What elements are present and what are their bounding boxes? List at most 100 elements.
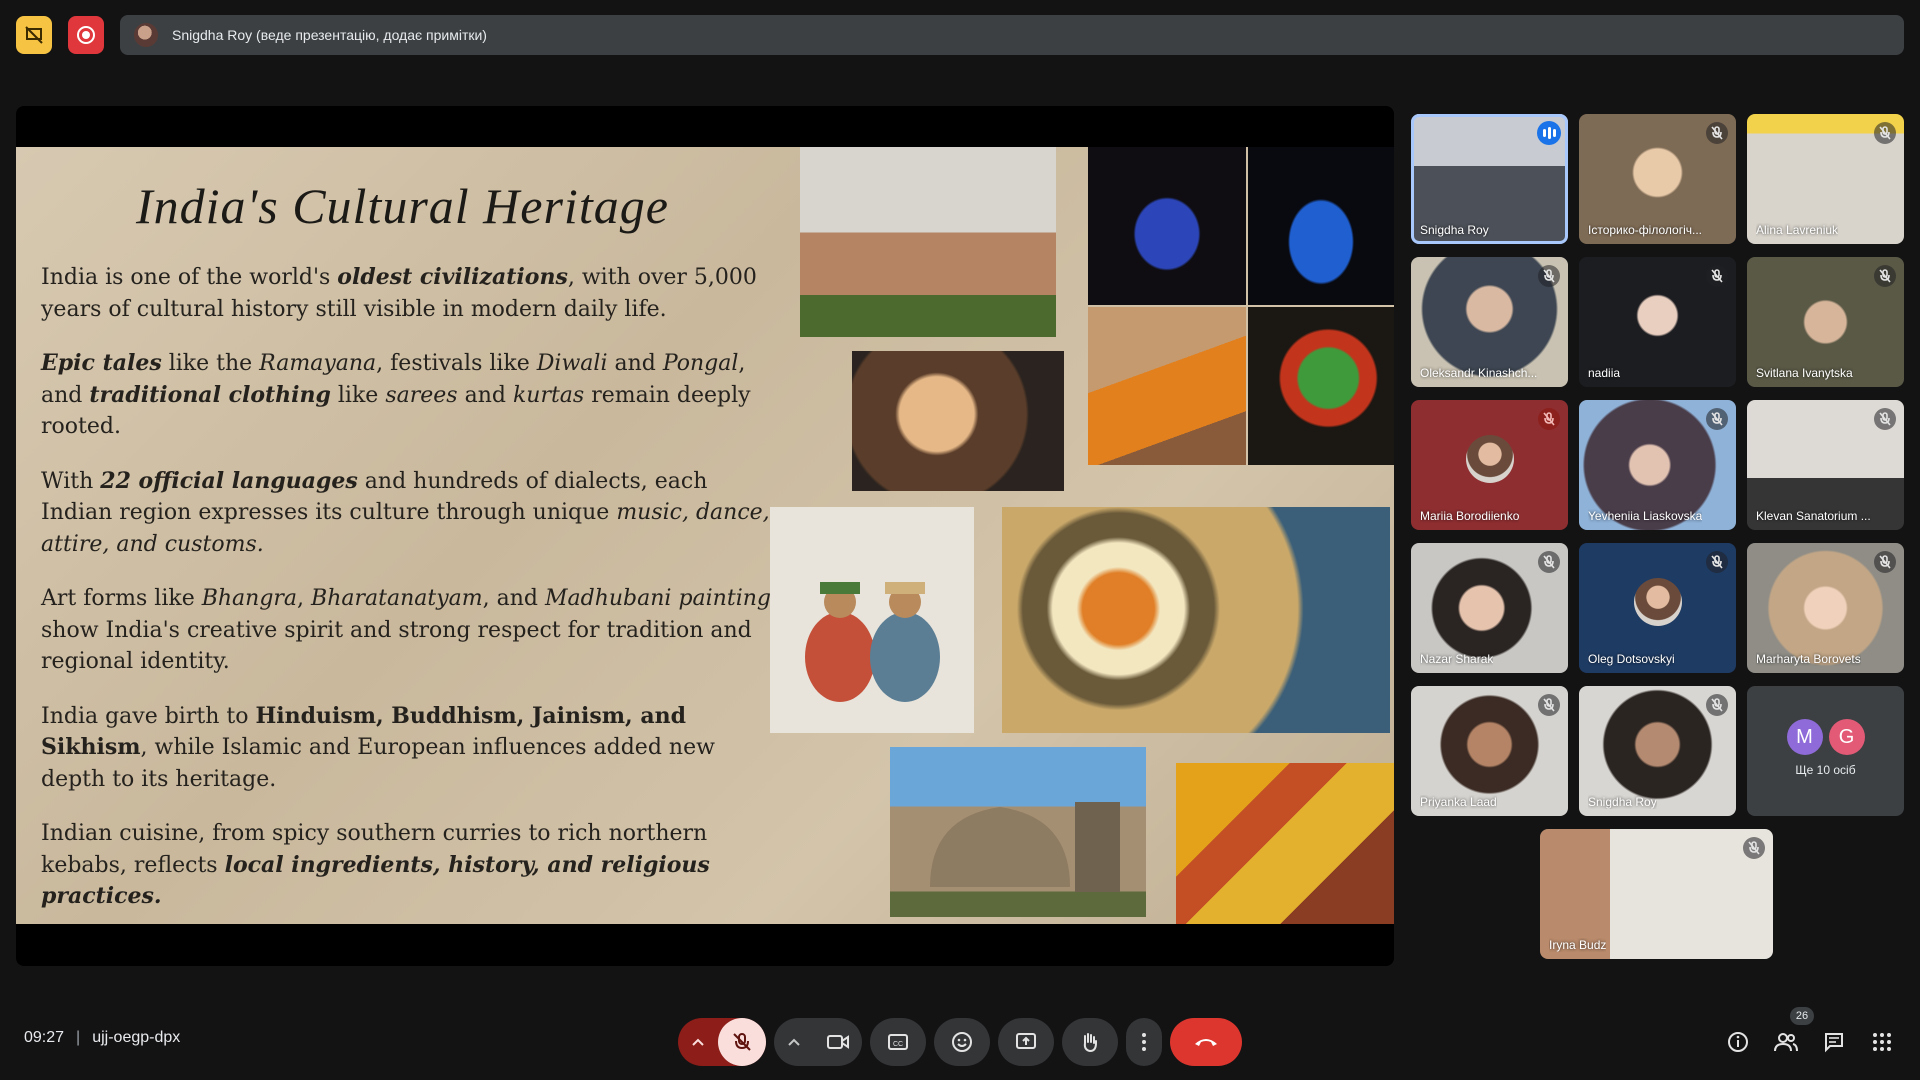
mic-off-icon [1706, 551, 1728, 573]
clock: 09:27 [24, 1029, 65, 1046]
hang-up-icon [1195, 1039, 1217, 1046]
participant-tile[interactable]: Iryna Budz [1540, 829, 1773, 959]
presenter-label: Snigdha Roy (веде презентацію, додає при… [172, 27, 487, 43]
meeting-info: 09:27 | ujj-oegp-dpx [24, 1029, 180, 1047]
chat-icon [1825, 1033, 1843, 1053]
slide-paragraph: India is one of the world's oldest civil… [41, 264, 757, 322]
participant-name: Svitlana Ivanytska [1756, 366, 1853, 380]
separator: | [76, 1029, 81, 1046]
participant-name: Історико-філологіч... [1588, 223, 1702, 237]
participant-name: Klevan Sanatorium ... [1756, 509, 1871, 523]
people-icon [1774, 1033, 1798, 1052]
participant-avatar [1633, 577, 1682, 626]
camera-control-group [774, 1018, 862, 1066]
captions-button[interactable]: CC [870, 1018, 926, 1066]
chevron-up-icon[interactable] [678, 1018, 718, 1066]
apps-grid-icon [1873, 1033, 1891, 1051]
participant-avatar [1465, 434, 1514, 483]
chat-button[interactable] [1818, 1026, 1850, 1058]
participant-tile[interactable]: Klevan Sanatorium ... [1747, 400, 1904, 530]
participant-tile[interactable]: Alina Lavreniuk [1747, 114, 1904, 244]
participant-name: Oleksandr Kinashch... [1420, 366, 1538, 380]
participant-tile[interactable]: Nazar Sharak [1411, 543, 1568, 673]
more-participants-tile[interactable]: M G Ще 10 осіб [1747, 686, 1904, 816]
participant-tile[interactable]: Історико-філологіч... [1579, 114, 1736, 244]
meeting-details-button[interactable] [1722, 1026, 1754, 1058]
participant-tile[interactable]: Oleg Dotsovskyi [1579, 543, 1736, 673]
mic-off-icon [1706, 694, 1728, 716]
participant-tile[interactable]: Snigdha Roy [1579, 686, 1736, 816]
participant-tile[interactable]: Oleksandr Kinashch... [1411, 257, 1568, 387]
participant-tile[interactable]: Svitlana Ivanytska [1747, 257, 1904, 387]
presentation-off-icon[interactable] [16, 16, 52, 54]
mic-toggle-button[interactable] [718, 1018, 766, 1066]
dancer-photo [1088, 147, 1246, 305]
initial-avatar: M [1786, 719, 1823, 755]
mic-off-icon [1743, 837, 1765, 859]
slide-paragraph: Art forms like Bhangra, Bharatanatyam, a… [41, 586, 771, 674]
participant-tile[interactable]: nadiia [1579, 257, 1736, 387]
participant-name: Alina Lavreniuk [1756, 223, 1839, 237]
slide-paragraph: India gave birth to Hinduism, Buddhism, … [41, 702, 715, 792]
mic-off-icon [1874, 408, 1896, 430]
slide-title: India's Cultural Heritage [136, 178, 669, 234]
dancer-photo [1248, 147, 1394, 305]
presenter-bar[interactable]: Snigdha Roy (веде презентацію, додає при… [120, 15, 1904, 55]
meeting-code[interactable]: ujj-oegp-dpx [92, 1029, 180, 1047]
presentation-stage[interactable]: India's Cultural Heritage India is one o… [16, 106, 1394, 966]
participant-name: Snigdha Roy [1588, 795, 1657, 809]
temple-photo [800, 147, 1056, 337]
captions-icon: CC [888, 1034, 908, 1050]
mic-off-icon [1538, 551, 1560, 573]
slide-paragraph: Indian cuisine, from spicy southern curr… [41, 821, 710, 909]
initial-avatar: G [1828, 719, 1865, 755]
participant-tile[interactable]: Marharyta Borovets [1747, 543, 1904, 673]
participant-tile[interactable]: Mariia Borodiienko [1411, 400, 1568, 530]
mic-off-icon [1706, 122, 1728, 144]
svg-text:CC: CC [893, 1041, 903, 1048]
participant-name: Nazar Sharak [1420, 652, 1494, 666]
participant-tile[interactable]: Priyanka Laad [1411, 686, 1568, 816]
more-participants-label: Ще 10 осіб [1795, 763, 1856, 777]
participant-name: Priyanka Laad [1420, 795, 1497, 809]
slide: India's Cultural Heritage India is one o… [16, 147, 1394, 924]
slide-paragraph: With 22 official languages and hundreds … [41, 467, 770, 557]
mic-off-icon [1706, 265, 1728, 287]
more-avatars: MG [1786, 719, 1865, 755]
recording-icon[interactable] [68, 16, 104, 54]
stupa-photo [890, 747, 1146, 917]
mic-off-icon [1874, 265, 1896, 287]
end-call-button[interactable] [1170, 1018, 1242, 1066]
chevron-up-icon[interactable] [774, 1038, 814, 1046]
mic-off-icon [1874, 122, 1896, 144]
mic-off-icon [1538, 694, 1560, 716]
reactions-button[interactable] [934, 1018, 990, 1066]
camera-button[interactable] [814, 1033, 862, 1051]
camera-icon [827, 1035, 849, 1049]
emoji-icon [952, 1032, 972, 1052]
participant-name: Marharyta Borovets [1756, 652, 1861, 666]
participant-name: Snigdha Roy [1420, 223, 1489, 237]
hand-icon [1083, 1033, 1097, 1053]
participants-count-badge: 26 [1790, 1007, 1814, 1025]
dancer-photo [1088, 307, 1246, 465]
present-button[interactable] [998, 1018, 1054, 1066]
musicians-illustration [770, 507, 974, 733]
activities-button[interactable] [1866, 1026, 1898, 1058]
more-options-button[interactable] [1126, 1018, 1162, 1066]
more-vert-icon [1142, 1033, 1146, 1051]
kathakali-photo [1248, 307, 1394, 465]
presenter-avatar [134, 23, 158, 47]
idol-painting-photo [852, 351, 1064, 491]
mic-off-icon [733, 1033, 751, 1051]
participant-tile[interactable]: Yevheniia Liaskovska [1579, 400, 1736, 530]
participant-name: Yevheniia Liaskovska [1588, 509, 1703, 523]
mic-off-icon [1706, 408, 1728, 430]
mic-off-icon [1874, 551, 1896, 573]
present-screen-icon [1016, 1033, 1036, 1049]
people-button[interactable] [1770, 1026, 1802, 1058]
participant-tile[interactable]: Snigdha Roy [1411, 114, 1568, 244]
mic-off-icon [1538, 408, 1560, 430]
info-icon [1728, 1032, 1748, 1052]
raise-hand-button[interactable] [1062, 1018, 1118, 1066]
